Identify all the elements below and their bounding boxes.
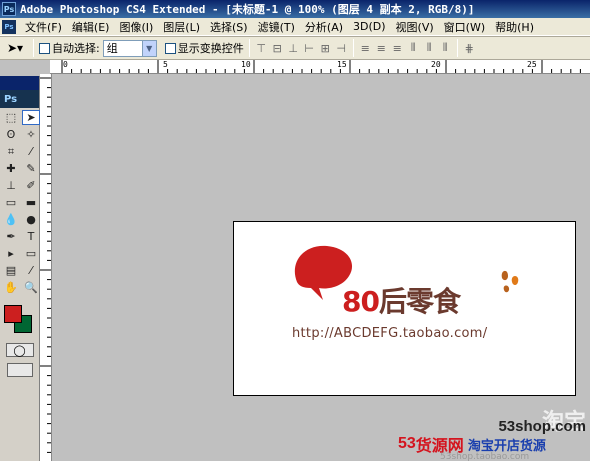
tools-panel: Ps ⬚ ➤ ʘ ✧ ⌗ ⁄ ✚ ✎ ⊥ ✐ ▭ ▬ 💧 ● ✒ T ▸ ▭ ▤…: [0, 76, 40, 461]
ruler-label: 20: [431, 60, 441, 69]
vertical-ruler: [40, 74, 52, 461]
shape-tool-icon[interactable]: ▭: [22, 246, 40, 261]
notes-tool-icon[interactable]: ▤: [2, 263, 20, 278]
ruler-label: 5: [163, 60, 168, 69]
move-tool-icon[interactable]: ➤: [22, 110, 40, 125]
menu-window[interactable]: 窗口(W): [439, 19, 490, 35]
watermark-site: 53shop.com: [498, 418, 586, 435]
show-transform-label: 显示变换控件: [177, 42, 244, 55]
align-top-icon[interactable]: ⊤: [255, 42, 268, 55]
auto-select-toggle[interactable]: 自动选择:: [39, 40, 100, 56]
blur-tool-icon[interactable]: 💧: [2, 212, 20, 227]
chevron-down-icon[interactable]: ▼: [141, 40, 156, 56]
menu-3d[interactable]: 3D(D): [348, 20, 391, 33]
menu-help[interactable]: 帮助(H): [490, 19, 539, 35]
options-separator: [352, 39, 354, 57]
align-left-icon[interactable]: ⊢: [303, 42, 316, 55]
hand-tool-icon[interactable]: ✋: [2, 280, 20, 295]
options-bar: ➤▾ 自动选择: 组 ▼ 显示变换控件 ⊤ ⊟ ⊥ ⊢ ⊞ ⊣ ≡ ≡ ≡ ⦀ …: [0, 36, 590, 60]
watermark-faint-url: 53shop.taobao.com: [440, 452, 530, 461]
healing-brush-tool-icon[interactable]: ✚: [2, 161, 20, 176]
distribute-vcenter-icon[interactable]: ≡: [375, 42, 388, 55]
auto-select-target-value: 组: [106, 42, 118, 55]
options-separator: [33, 39, 34, 57]
shop-url-text: http://ABCDEFG.taobao.com/: [292, 326, 488, 341]
align-bottom-icon[interactable]: ⊥: [287, 42, 300, 55]
dodge-tool-icon[interactable]: ●: [22, 212, 40, 227]
align-vcenter-icon[interactable]: ⊟: [271, 42, 284, 55]
ruler-label: 10: [241, 60, 251, 69]
tools-panel-logo: Ps: [0, 90, 39, 108]
clone-stamp-tool-icon[interactable]: ⊥: [2, 178, 20, 193]
menu-edit[interactable]: 编辑(E): [67, 19, 115, 35]
tools-grid: ⬚ ➤ ʘ ✧ ⌗ ⁄ ✚ ✎ ⊥ ✐ ▭ ▬ 💧 ● ✒ T ▸ ▭ ▤ ⁄ …: [0, 108, 40, 297]
options-separator: [248, 39, 250, 57]
menu-image[interactable]: 图像(I): [114, 19, 158, 35]
brush-tool-icon[interactable]: ✎: [22, 161, 40, 176]
marquee-tool-icon[interactable]: ⬚: [2, 110, 20, 125]
show-transform-toggle[interactable]: 显示变换控件: [164, 40, 244, 56]
eraser-tool-icon[interactable]: ▭: [2, 195, 20, 210]
lasso-tool-icon[interactable]: ʘ: [2, 127, 20, 142]
watermark-53: 53: [398, 435, 416, 452]
eyedropper-tool-icon[interactable]: ⁄: [22, 144, 40, 159]
menu-select[interactable]: 选择(S): [205, 19, 253, 35]
menu-view[interactable]: 视图(V): [391, 19, 439, 35]
color-swatches: [2, 301, 37, 337]
align-right-icon[interactable]: ⊣: [335, 42, 348, 55]
title-bar: Ps Adobe Photoshop CS4 Extended - [未标题-1…: [0, 0, 590, 18]
distribute-bottom-icon[interactable]: ≡: [391, 42, 404, 55]
auto-select-label: 自动选择:: [52, 42, 100, 55]
logo-text: 80后零食: [342, 280, 461, 320]
photoshop-app-icon[interactable]: Ps: [2, 2, 16, 16]
zoom-tool-icon[interactable]: 🔍: [22, 280, 40, 295]
logo-number: 80: [342, 285, 380, 318]
ruler-label: 0: [63, 60, 68, 69]
window-title: Adobe Photoshop CS4 Extended - [未标题-1 @ …: [20, 3, 475, 16]
menu-bar: Ps 文件(F) 编辑(E) 图像(I) 图层(L) 选择(S) 滤镜(T) 分…: [0, 18, 590, 36]
eyedropper2-tool-icon[interactable]: ⁄: [22, 263, 40, 278]
vertical-ruler-ticks: [40, 77, 51, 453]
menu-file[interactable]: 文件(F): [20, 19, 67, 35]
auto-select-target-dropdown[interactable]: 组 ▼: [102, 39, 157, 57]
tools-panel-header[interactable]: [0, 76, 39, 90]
horizontal-ruler: 0 5 10 15 20 25: [50, 60, 590, 74]
document-canvas[interactable]: 80后零食 http://ABCDEFG.taobao.com/: [233, 221, 576, 396]
menu-analysis[interactable]: 分析(A): [300, 19, 348, 35]
ps-menu-icon[interactable]: Ps: [2, 19, 16, 34]
options-separator: [456, 39, 458, 57]
show-transform-checkbox[interactable]: [164, 42, 176, 54]
menu-filter[interactable]: 滤镜(T): [253, 19, 300, 35]
align-hcenter-icon[interactable]: ⊞: [319, 42, 332, 55]
foreground-color-swatch[interactable]: [4, 305, 22, 323]
magic-wand-tool-icon[interactable]: ✧: [22, 127, 40, 142]
history-brush-tool-icon[interactable]: ✐: [22, 178, 40, 193]
auto-align-layers-icon[interactable]: ⋕: [463, 42, 476, 55]
distribute-buttons: ≡ ≡ ≡ ⦀ ⦀ ⦀: [359, 41, 452, 55]
quick-mask-icon: ◯: [13, 343, 26, 357]
watermark-banner: 53 货源网 淘宝开店货源: [398, 434, 590, 455]
gradient-tool-icon[interactable]: ▬: [22, 195, 40, 210]
screen-mode-button[interactable]: [6, 363, 33, 377]
type-tool-icon[interactable]: T: [22, 229, 40, 244]
ruler-label: 15: [337, 60, 347, 69]
ruler-label: 25: [527, 60, 537, 69]
move-tool-preset-picker[interactable]: ➤▾: [2, 39, 28, 57]
path-selection-tool-icon[interactable]: ▸: [2, 246, 20, 261]
logo-name: 后零食: [378, 285, 461, 318]
crop-tool-icon[interactable]: ⌗: [2, 144, 20, 159]
watermark-slogan: 淘宝开店货源: [467, 438, 546, 454]
distribute-left-icon[interactable]: ⦀: [407, 41, 420, 55]
quick-mask-button[interactable]: ◯: [5, 343, 34, 357]
distribute-hcenter-icon[interactable]: ⦀: [423, 41, 436, 55]
distribute-right-icon[interactable]: ⦀: [439, 41, 452, 55]
pen-tool-icon[interactable]: ✒: [2, 229, 20, 244]
horizontal-ruler-ticks: [61, 60, 581, 73]
align-buttons: ⊤ ⊟ ⊥ ⊢ ⊞ ⊣: [255, 42, 348, 55]
distribute-top-icon[interactable]: ≡: [359, 42, 372, 55]
menu-layer[interactable]: 图层(L): [158, 19, 205, 35]
auto-select-checkbox[interactable]: [39, 42, 50, 54]
leaf-decoration-graphic: [501, 270, 519, 293]
move-tool-icon: ➤▾: [6, 41, 24, 55]
